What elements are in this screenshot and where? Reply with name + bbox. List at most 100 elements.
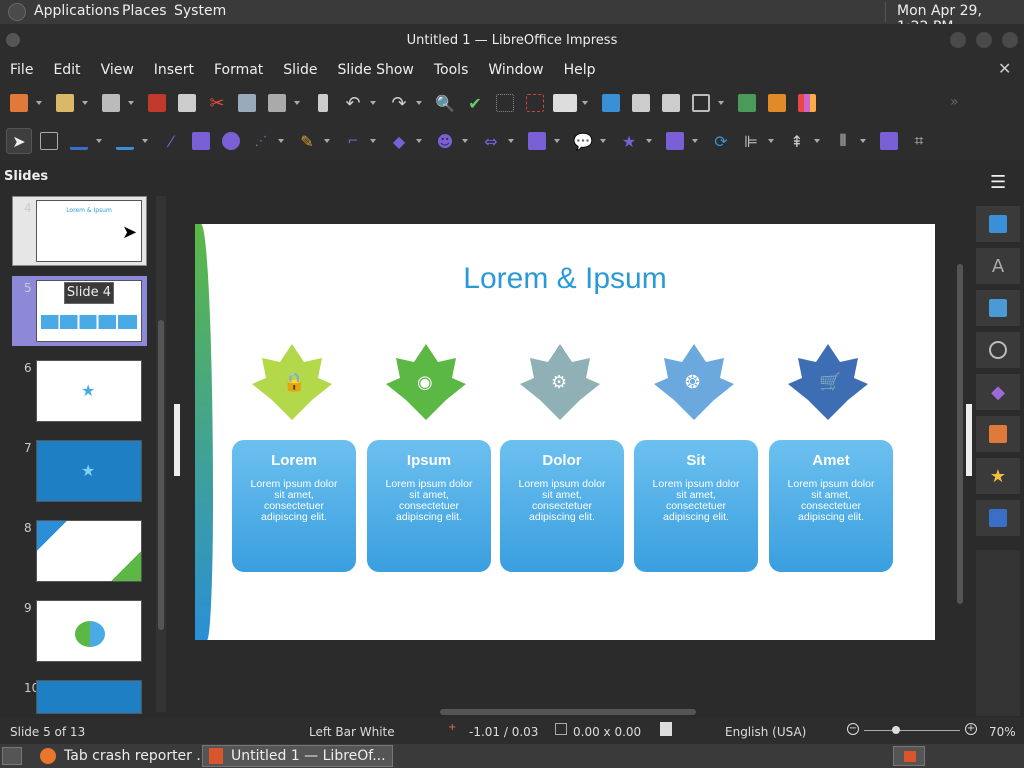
slide-title[interactable]: Lorem & Ipsum: [195, 262, 935, 296]
align-button[interactable]: ⊫: [738, 128, 764, 154]
system-menu[interactable]: System: [174, 3, 226, 19]
master-slide-button[interactable]: [598, 90, 624, 116]
sidebar-navigator-button[interactable]: [976, 332, 1020, 368]
slides-scrollbar-thumb[interactable]: [158, 320, 164, 630]
line-color-button[interactable]: [66, 128, 92, 154]
status-zoom-level[interactable]: 70%: [989, 725, 1016, 739]
menu-slide[interactable]: Slide: [273, 62, 327, 78]
menu-view[interactable]: View: [91, 62, 144, 78]
start-first-slide-button[interactable]: [628, 90, 654, 116]
crop-button[interactable]: ⌗: [906, 128, 932, 154]
table-button[interactable]: [688, 90, 714, 116]
vertical-scrollbar-thumb[interactable]: [957, 264, 963, 604]
paste-button[interactable]: [264, 90, 290, 116]
callouts-button[interactable]: 💬: [570, 128, 596, 154]
maximize-icon[interactable]: [976, 32, 992, 48]
places-menu[interactable]: Places: [122, 3, 167, 19]
status-language[interactable]: English (USA): [725, 725, 806, 739]
redo-button[interactable]: ↷: [386, 90, 412, 116]
shadow-button[interactable]: [876, 128, 902, 154]
taskbar-item-impress[interactable]: Untitled 1 — LibreOf...: [202, 745, 393, 767]
sidebar-gallery-button[interactable]: [976, 290, 1020, 326]
card-ipsum[interactable]: Ipsum Lorem ipsum dolor sit amet, consec…: [367, 440, 491, 572]
zoom-out-icon[interactable]: −: [847, 723, 859, 735]
workspace-switcher[interactable]: [893, 746, 925, 766]
window-menu-icon[interactable]: [6, 33, 20, 47]
sidebar-menu-icon[interactable]: ☰: [990, 172, 1006, 193]
menu-insert[interactable]: Insert: [144, 62, 204, 78]
copy-button[interactable]: [234, 90, 260, 116]
basic-shapes-button[interactable]: ◆: [386, 128, 412, 154]
minimize-icon[interactable]: [950, 32, 966, 48]
chart-button[interactable]: [794, 90, 820, 116]
slides-scrollbar[interactable]: [156, 196, 166, 712]
print-button[interactable]: [174, 90, 200, 116]
connectors-button[interactable]: ⌐: [340, 128, 366, 154]
stars-button[interactable]: ★: [616, 128, 642, 154]
menu-edit[interactable]: Edit: [43, 62, 90, 78]
close-document-icon[interactable]: ✕: [998, 59, 1011, 78]
toolbar-overflow-icon[interactable]: »: [950, 94, 959, 110]
sidebar-slide-transition-button[interactable]: [976, 416, 1020, 452]
lines-arrows-button[interactable]: ⋰: [248, 128, 274, 154]
slide-canvas[interactable]: Lorem & Ipsum 🔒 ◉ ⚙ ❂ 🛒 Lorem Lorem ipsu…: [195, 224, 935, 640]
display-views-button[interactable]: [552, 90, 578, 116]
symbol-shapes-button[interactable]: ☻: [432, 128, 458, 154]
card-dolor[interactable]: Dolor Lorem ipsum dolor sit amet, consec…: [500, 440, 624, 572]
find-replace-button[interactable]: 🔍: [432, 90, 458, 116]
zoom-slider-track[interactable]: [864, 730, 960, 731]
cut-button[interactable]: ✂: [204, 90, 230, 116]
save-button[interactable]: [98, 90, 124, 116]
card-lorem[interactable]: Lorem Lorem ipsum dolor sit amet, consec…: [232, 440, 356, 572]
taskbar-item-crash-reporter[interactable]: Tab crash reporter ...: [34, 745, 216, 767]
slide-thumbnail-6[interactable]: ★: [36, 360, 142, 422]
card-amet[interactable]: Amet Lorem ipsum dolor sit amet, consect…: [769, 440, 893, 572]
ellipse-button[interactable]: [218, 128, 244, 154]
flowchart-button[interactable]: [524, 128, 550, 154]
window-title-bar[interactable]: Untitled 1 — LibreOffice Impress: [0, 24, 1024, 56]
card-sit[interactable]: Sit Lorem ipsum dolor sit amet, consecte…: [634, 440, 758, 572]
horizontal-scrollbar-thumb[interactable]: [440, 709, 696, 715]
line-button[interactable]: ⁄: [158, 128, 184, 154]
new-button[interactable]: [6, 90, 32, 116]
show-desktop-icon[interactable]: [2, 747, 22, 765]
sidebar-animation-button[interactable]: ★: [976, 458, 1020, 494]
vertical-scrollbar[interactable]: [954, 160, 966, 706]
menu-slide-show[interactable]: Slide Show: [327, 62, 423, 78]
fill-color-button[interactable]: [112, 128, 138, 154]
curves-button[interactable]: ✎: [294, 128, 320, 154]
3d-objects-button[interactable]: [662, 128, 688, 154]
select-button[interactable]: ➤: [6, 128, 32, 154]
sidebar-collapse-handle[interactable]: [966, 404, 972, 476]
slide-thumbnail-8[interactable]: [36, 520, 142, 582]
slide-thumbnail-9[interactable]: [36, 600, 142, 662]
menu-window[interactable]: Window: [478, 62, 553, 78]
zoom-in-icon[interactable]: +: [965, 723, 977, 735]
zoom-slider-handle[interactable]: [892, 726, 900, 734]
sidebar-shapes-button[interactable]: ◆: [976, 374, 1020, 410]
media-button[interactable]: [764, 90, 790, 116]
close-window-icon[interactable]: [1002, 32, 1018, 48]
distribute-button[interactable]: ⫴: [830, 128, 856, 154]
grid-button[interactable]: [492, 90, 518, 116]
rotate-button[interactable]: ⟳: [708, 128, 734, 154]
status-slide-count[interactable]: Slide 5 of 13: [10, 725, 85, 739]
sidebar-master-slides-button[interactable]: [976, 500, 1020, 536]
block-arrows-button[interactable]: ⇔: [478, 128, 504, 154]
slide-thumbnail-10[interactable]: [36, 680, 142, 714]
menu-file[interactable]: File: [0, 62, 43, 78]
export-pdf-button[interactable]: [144, 90, 170, 116]
helplines-button[interactable]: [522, 90, 548, 116]
menu-help[interactable]: Help: [554, 62, 606, 78]
applications-menu[interactable]: Applications: [34, 3, 120, 19]
image-button[interactable]: [734, 90, 760, 116]
spelling-button[interactable]: ✔: [462, 90, 488, 116]
slide-thumbnail-7[interactable]: ★: [36, 440, 142, 502]
arrange-button[interactable]: ⇞: [784, 128, 810, 154]
status-layout-name[interactable]: Left Bar White: [309, 725, 395, 739]
menu-format[interactable]: Format: [204, 62, 273, 78]
distro-logo-icon[interactable]: [8, 3, 26, 21]
open-button[interactable]: [52, 90, 78, 116]
menu-tools[interactable]: Tools: [424, 62, 479, 78]
sidebar-styles-button[interactable]: A: [976, 248, 1020, 284]
